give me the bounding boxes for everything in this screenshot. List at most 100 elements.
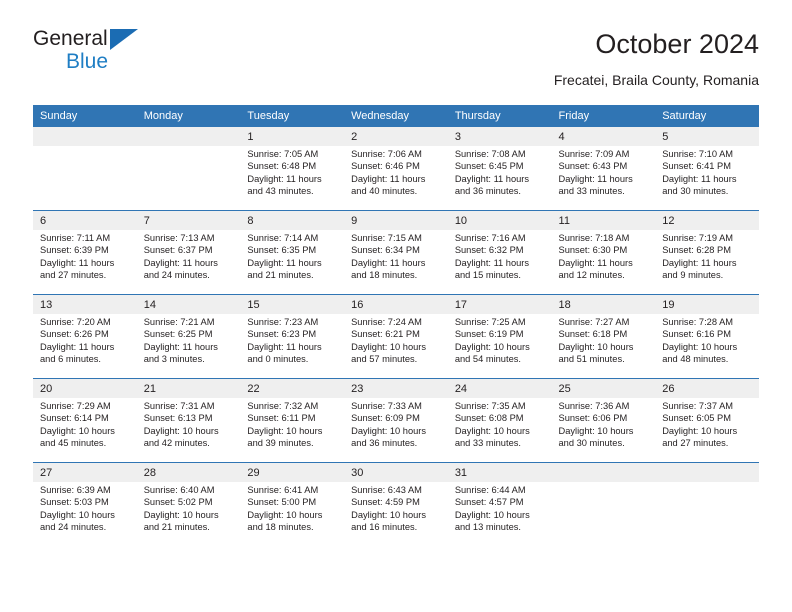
sunset-text: Sunset: 6:11 PM [247, 413, 316, 424]
daylight-text-2: and 18 minutes. [351, 270, 418, 281]
week-3-details: Sunrise: 7:20 AM Sunset: 6:26 PM Dayligh… [33, 314, 759, 379]
day-cell: Sunrise: 6:39 AM Sunset: 5:03 PM Dayligh… [33, 482, 137, 546]
week-4-daynumbers: 20 21 22 23 24 25 26 [33, 378, 759, 398]
day-number: 23 [344, 378, 448, 398]
sunrise-text: Sunrise: 7:29 AM [40, 401, 111, 411]
daylight-text-1: Daylight: 11 hours [247, 341, 322, 352]
daylight-text-2: and 21 minutes. [247, 270, 314, 281]
day-number: 16 [344, 294, 448, 314]
day-cell: Sunrise: 7:33 AM Sunset: 6:09 PM Dayligh… [344, 398, 448, 463]
logo-text-general: General [33, 28, 293, 50]
sunset-text: Sunset: 6:14 PM [40, 413, 109, 424]
day-cell: Sunrise: 7:20 AM Sunset: 6:26 PM Dayligh… [33, 314, 137, 379]
daylight-text-2: and 0 minutes. [247, 354, 309, 365]
day-number: 20 [33, 378, 137, 398]
day-number: 2 [344, 127, 448, 146]
sunrise-text: Sunrise: 7:24 AM [351, 317, 422, 327]
sunset-text: Sunset: 6:18 PM [558, 329, 628, 340]
daylight-text-2: and 15 minutes. [454, 270, 521, 281]
day-number: 27 [33, 462, 137, 482]
day-number: 7 [136, 210, 241, 230]
calendar-body: 1 2 3 4 5 Sunrise: 7:05 AM Sunset: 6:48 … [33, 127, 759, 546]
daylight-text-2: and 27 minutes. [662, 438, 729, 449]
day-cell: Sunrise: 7:15 AM Sunset: 6:34 PM Dayligh… [344, 230, 448, 295]
day-number: 14 [136, 294, 241, 314]
sunrise-text: Sunrise: 7:08 AM [454, 149, 526, 159]
sunset-text: Sunset: 6:23 PM [247, 329, 317, 340]
general-blue-logo: General Blue [33, 28, 293, 88]
daylight-text-2: and 40 minutes. [351, 186, 418, 197]
sunset-text: Sunset: 6:30 PM [558, 245, 628, 256]
week-5-daynumbers: 27 28 29 30 31 [33, 462, 759, 482]
day-number: 29 [240, 462, 345, 482]
weekday-saturday: Saturday [655, 105, 759, 127]
day-number: 30 [344, 462, 448, 482]
day-cell: Sunrise: 7:24 AM Sunset: 6:21 PM Dayligh… [344, 314, 448, 379]
sunset-text: Sunset: 6:46 PM [351, 161, 420, 172]
daylight-text-2: and 30 minutes. [662, 186, 729, 197]
sunrise-text: Sunrise: 7:27 AM [558, 317, 630, 327]
sunrise-text: Sunrise: 7:36 AM [558, 401, 630, 411]
daylight-text-1: Daylight: 11 hours [662, 257, 737, 268]
sunset-text: Sunset: 6:28 PM [662, 245, 731, 256]
week-1-details: Sunrise: 7:05 AM Sunset: 6:48 PM Dayligh… [33, 146, 759, 211]
day-cell [33, 146, 137, 211]
daylight-text-1: Daylight: 10 hours [143, 509, 219, 520]
title-block: October 2024 Frecatei, Braila County, Ro… [554, 28, 759, 89]
week-3-daynumbers: 13 14 15 16 17 18 19 [33, 294, 759, 314]
daylight-text-2: and 21 minutes. [143, 522, 210, 533]
daylight-text-1: Daylight: 11 hours [351, 173, 426, 184]
sunset-text: Sunset: 6:16 PM [662, 329, 731, 340]
sunset-text: Sunset: 6:19 PM [454, 329, 524, 340]
daylight-text-2: and 13 minutes. [454, 522, 521, 533]
day-cell: Sunrise: 7:28 AM Sunset: 6:16 PM Dayligh… [655, 314, 759, 379]
sunset-text: Sunset: 6:34 PM [351, 245, 420, 256]
page-title: October 2024 [595, 29, 759, 59]
daylight-text-2: and 3 minutes. [143, 354, 205, 365]
day-cell: Sunrise: 6:41 AM Sunset: 5:00 PM Dayligh… [240, 482, 345, 546]
day-number [136, 127, 241, 146]
daylight-text-1: Daylight: 10 hours [454, 509, 530, 520]
week-4-details: Sunrise: 7:29 AM Sunset: 6:14 PM Dayligh… [33, 398, 759, 463]
sunrise-text: Sunrise: 7:18 AM [558, 233, 630, 243]
sunrise-text: Sunrise: 6:40 AM [143, 485, 215, 495]
weekday-monday: Monday [136, 105, 241, 127]
daylight-text-2: and 6 minutes. [40, 354, 101, 365]
day-number: 5 [655, 127, 759, 146]
sunrise-text: Sunrise: 7:33 AM [351, 401, 422, 411]
day-cell: Sunrise: 7:31 AM Sunset: 6:13 PM Dayligh… [136, 398, 241, 463]
day-cell: Sunrise: 7:21 AM Sunset: 6:25 PM Dayligh… [136, 314, 241, 379]
sunset-text: Sunset: 4:57 PM [454, 497, 524, 508]
day-number: 31 [447, 462, 552, 482]
sunrise-text: Sunrise: 7:23 AM [247, 317, 319, 327]
daylight-text-2: and 16 minutes. [351, 522, 418, 533]
daylight-text-1: Daylight: 11 hours [351, 257, 426, 268]
sunset-text: Sunset: 5:02 PM [143, 497, 213, 508]
sunrise-text: Sunrise: 7:14 AM [247, 233, 319, 243]
sunrise-text: Sunrise: 7:09 AM [558, 149, 630, 159]
day-cell: Sunrise: 7:29 AM Sunset: 6:14 PM Dayligh… [33, 398, 137, 463]
day-number [33, 127, 137, 146]
location-subtitle: Frecatei, Braila County, Romania [553, 72, 759, 88]
daylight-text-1: Daylight: 11 hours [558, 257, 633, 268]
sunset-text: Sunset: 6:48 PM [247, 161, 317, 172]
day-number: 10 [447, 210, 552, 230]
page-header: General Blue October 2024 Frecatei, Brai… [33, 28, 759, 96]
daylight-text-2: and 9 minutes. [662, 270, 724, 281]
daylight-text-1: Daylight: 10 hours [351, 425, 427, 436]
day-cell: Sunrise: 7:32 AM Sunset: 6:11 PM Dayligh… [240, 398, 345, 463]
daylight-text-1: Daylight: 11 hours [247, 173, 322, 184]
sunset-text: Sunset: 5:03 PM [40, 497, 109, 508]
daylight-text-1: Daylight: 10 hours [247, 509, 323, 520]
sunrise-text: Sunrise: 6:41 AM [247, 485, 319, 495]
sunset-text: Sunset: 6:25 PM [143, 329, 213, 340]
day-cell: Sunrise: 7:35 AM Sunset: 6:08 PM Dayligh… [447, 398, 552, 463]
daylight-text-2: and 24 minutes. [40, 522, 107, 533]
day-number: 12 [655, 210, 759, 230]
day-cell: Sunrise: 6:43 AM Sunset: 4:59 PM Dayligh… [344, 482, 448, 546]
calendar-page: General Blue October 2024 Frecatei, Brai… [0, 0, 792, 612]
daylight-text-2: and 57 minutes. [351, 354, 418, 365]
daylight-text-2: and 48 minutes. [662, 354, 729, 365]
day-number: 1 [240, 127, 345, 146]
daylight-text-2: and 33 minutes. [454, 438, 521, 449]
